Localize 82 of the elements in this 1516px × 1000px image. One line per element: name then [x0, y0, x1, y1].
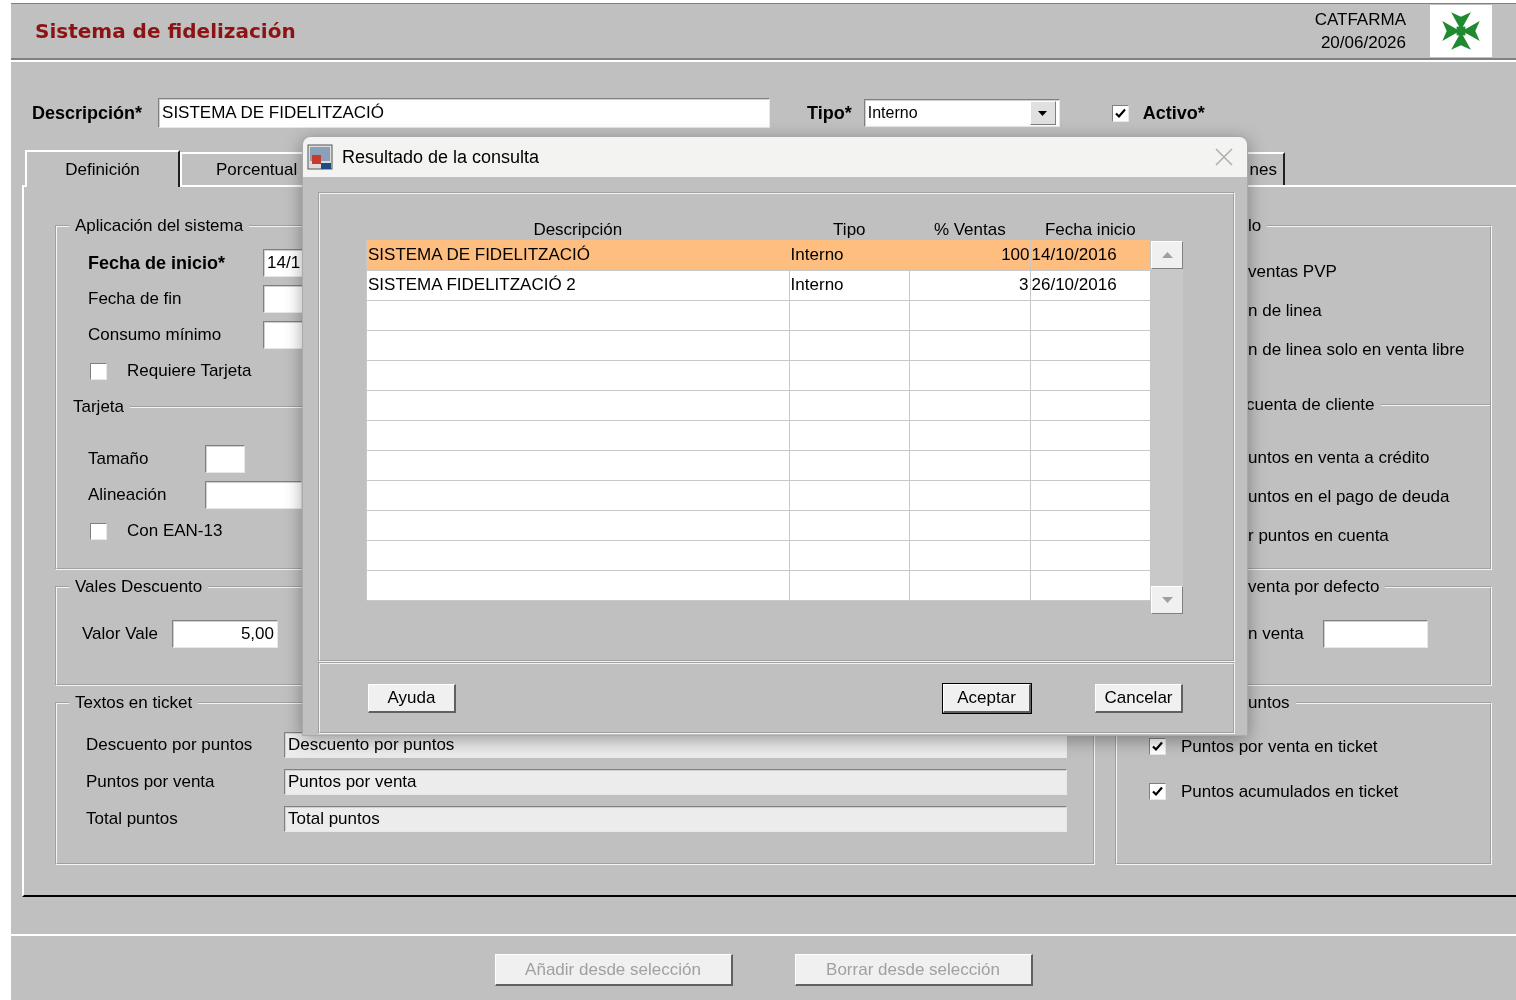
dialog-button[interactable]: Aceptar	[943, 683, 1031, 713]
text-field[interactable]	[263, 321, 303, 349]
cross-icon	[1439, 9, 1483, 53]
close-icon	[1215, 148, 1233, 166]
option-label: r puntos en cuenta	[1248, 525, 1389, 546]
table-cell: 100	[909, 240, 1030, 270]
field-label: Fecha de fin	[88, 289, 183, 309]
checkbox-label: Con EAN-13	[127, 521, 223, 541]
check-icon	[1113, 106, 1127, 120]
checkbox[interactable]	[1149, 783, 1166, 800]
tab[interactable]: Definición	[25, 150, 180, 187]
checkbox-label: Activo*	[1142, 102, 1205, 124]
company-name: CATFARMA	[1314, 9, 1406, 31]
checkbox[interactable]	[1111, 104, 1129, 122]
group-title: Vales Descuento	[74, 578, 204, 596]
text-field[interactable]: 14/1	[263, 249, 303, 277]
group-title: lo	[1247, 217, 1263, 235]
checkbox[interactable]	[90, 362, 107, 380]
field-label: Fecha de inicio*	[88, 252, 227, 274]
field-label: Valor Vale	[82, 624, 159, 644]
app-icon	[307, 144, 333, 170]
column-header: % Ventas	[909, 220, 1030, 240]
table-cell: SISTEMA DE FIDELITZACIÓ	[366, 240, 790, 270]
page-title: Sistema de fidelización	[35, 19, 296, 43]
field-label: Descripción*	[32, 102, 143, 124]
option-label: ventas PVP	[1248, 261, 1337, 282]
scroll-up-button[interactable]	[1151, 241, 1183, 269]
caret-icon	[1038, 110, 1048, 116]
field-label: n venta	[1248, 624, 1305, 644]
group-title: Textos en ticket	[74, 694, 194, 712]
field-label: Total puntos	[86, 808, 179, 829]
table-cell: Interno	[789, 240, 910, 270]
text-field[interactable]: Puntos por venta	[284, 768, 1067, 795]
field-label: Tamaño	[88, 449, 150, 469]
column-header: Tipo	[789, 220, 910, 240]
group-title: untos	[1247, 694, 1291, 712]
text-field[interactable]: 5,00	[172, 620, 278, 648]
section-title: cuenta de cliente	[1245, 394, 1375, 415]
type-dropdown[interactable]: Interno	[863, 99, 1060, 127]
section-title: Tarjeta	[73, 397, 125, 417]
up-arrow-icon	[1161, 252, 1173, 258]
scroll-down-button[interactable]	[1151, 586, 1183, 614]
field-label: Descuento por puntos	[86, 734, 254, 755]
table-row[interactable]: SISTEMA DE FIDELITZACIÓ Interno 10014/10/2016	[366, 240, 1151, 270]
check-icon	[1151, 740, 1164, 753]
dialog-button[interactable]: Ayuda	[368, 683, 456, 713]
option-label: untos en el pago de deuda	[1248, 486, 1450, 507]
table-cell: SISTEMA FIDELITZACIÓ 2	[366, 270, 790, 300]
dialog-button[interactable]: Cancelar	[1095, 683, 1183, 713]
column-header: Fecha inicio	[1030, 220, 1151, 240]
text-field[interactable]	[205, 481, 302, 509]
current-date: 20/06/2026	[1320, 32, 1406, 54]
field-label: Tipo*	[807, 102, 852, 124]
checkbox[interactable]	[1149, 738, 1166, 755]
option-label: n de linea solo en venta libre	[1248, 339, 1465, 360]
scrollbar[interactable]	[1151, 241, 1183, 614]
column-header: Descripción	[366, 220, 790, 240]
checkbox-label: Puntos acumulados en ticket	[1181, 781, 1399, 802]
down-arrow-icon	[1161, 597, 1173, 603]
table-row[interactable]: SISTEMA FIDELITZACIÓ 2 Interno 3 26/10/2016	[366, 270, 1151, 300]
description-field[interactable]: SISTEMA DE FIDELITZACIÓ	[158, 98, 771, 128]
checkbox[interactable]	[90, 522, 107, 540]
checkbox-label: Puntos por venta en ticket	[1181, 736, 1378, 757]
checkbox-label: Requiere Tarjeta	[127, 361, 252, 381]
field-label: Alineación	[88, 485, 168, 505]
text-field[interactable]	[1323, 620, 1428, 648]
option-label: untos en venta a crédito	[1248, 447, 1430, 468]
table-cell: 26/10/2016	[1030, 270, 1151, 300]
text-field[interactable]	[205, 445, 245, 473]
text-field[interactable]	[263, 285, 303, 313]
text-field[interactable]: Total puntos	[284, 805, 1067, 832]
table-cell: 3	[909, 270, 1030, 300]
check-icon	[1151, 785, 1164, 798]
group-title: venta por defecto	[1247, 578, 1381, 596]
dialog-title: Resultado de la consulta	[342, 146, 540, 168]
table-cell: Interno	[789, 270, 910, 300]
field-label: Consumo mínimo	[88, 325, 223, 345]
field-label: Puntos por venta	[86, 771, 216, 792]
table-cell: 14/10/2016	[1030, 240, 1151, 270]
group-title: Aplicación del sistema	[74, 217, 245, 235]
tab[interactable]: Porcentual	[180, 152, 305, 185]
option-label: n de linea	[1248, 300, 1322, 321]
